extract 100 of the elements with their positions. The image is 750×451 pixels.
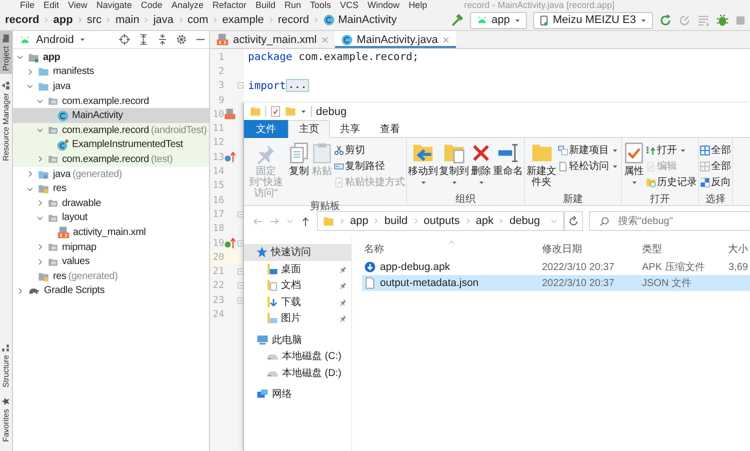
breadcrumb-item[interactable]: record [5,14,40,26]
ribbon-button[interactable]: 复制路径 [334,158,405,174]
nav-item[interactable]: 文档 [244,277,351,294]
nav-item[interactable]: 本地磁盘 (D:) [244,364,351,381]
close-icon[interactable] [320,36,329,44]
run-config-dropdown[interactable]: app [470,12,527,28]
menu-item[interactable]: Code [140,0,162,10]
override-marker-icon[interactable] [224,151,236,164]
chevron-right-icon[interactable] [36,258,44,266]
ribbon-button[interactable]: 打开 [646,142,697,158]
menu-item[interactable]: File [20,0,35,10]
refresh-button[interactable] [564,211,583,231]
breadcrumb-item[interactable]: record [278,14,310,26]
path-segment[interactable]: apk [476,215,494,227]
chevron-right-icon[interactable] [36,155,44,164]
editor-tab[interactable]: MainActivity.java [334,31,456,48]
chevron-down-icon[interactable] [26,184,34,193]
menu-item[interactable]: Edit [44,0,60,10]
breadcrumb-item[interactable]: java [153,14,174,26]
chevron-right-icon[interactable] [26,170,34,178]
nav-item[interactable]: 此电脑 [244,332,351,348]
address-bar[interactable]: app build outputs apk debug [317,211,564,231]
breadcrumb-item[interactable]: main [115,14,140,26]
path-segment[interactable]: build [384,215,408,227]
path-segment[interactable]: outputs [424,215,460,227]
tree-item[interactable]: res [13,181,209,196]
ribbon-button[interactable]: 全部 [700,158,731,174]
fold-icon[interactable] [236,282,244,290]
chevron-right-icon[interactable] [36,243,44,252]
nav-item[interactable]: 下载 [244,294,351,310]
menu-item[interactable]: Window [368,0,400,10]
breadcrumb-item[interactable]: example [222,14,264,26]
chevron-right-icon[interactable] [16,286,24,295]
tree-item[interactable]: java [13,79,209,94]
apply-changes-icon[interactable] [678,14,691,26]
collapse-all-icon[interactable] [157,34,168,45]
view-dropdown[interactable]: Android [19,34,86,46]
nav-item[interactable]: 快速访问 [244,244,351,260]
ribbon-button[interactable]: 属性 [623,140,645,192]
tree-item[interactable]: manifests [13,64,209,80]
chevron-down-icon[interactable] [26,82,34,90]
ribbon-button[interactable]: 新建文件夹 [526,140,557,192]
column-header[interactable]: 类型 [642,242,662,256]
file-row[interactable]: output-metadata.json 2022/3/10 20:37 JSON 文件 [362,275,750,291]
breadcrumb-item[interactable]: src [86,14,102,26]
ribbon-tab[interactable]: 查看 [370,120,410,138]
up-icon[interactable] [300,216,311,226]
ribbon-tab[interactable]: 主页 [288,120,330,138]
expand-all-icon[interactable] [138,34,149,45]
path-segment[interactable]: app [350,215,368,227]
chevron-down-icon[interactable] [16,53,24,62]
tree-item[interactable]: values [13,254,209,269]
menu-item[interactable]: VCS [340,0,359,10]
rerun-icon[interactable] [659,14,672,26]
menu-item[interactable]: Build [255,0,276,10]
ribbon-button[interactable]: 移动到 [408,140,438,192]
menu-item[interactable]: Refactor [212,0,246,10]
settings-icon[interactable] [176,34,187,45]
tree-item[interactable]: com.example.record [13,94,209,108]
ribbon-button[interactable]: 轻松访问 [558,158,620,174]
tree-item[interactable]: drawable [13,196,209,211]
column-header[interactable]: 大小 [728,242,748,256]
ribbon-button[interactable]: 反向 [700,174,731,190]
side-tab[interactable]: Structure [0,340,12,390]
column-header[interactable]: 修改日期 [542,242,582,256]
list-icon[interactable] [697,14,710,26]
tree-item[interactable]: app [13,50,209,65]
fold-icon[interactable] [236,82,244,90]
xml-file-icon[interactable] [224,108,236,120]
nav-item[interactable]: 本地磁盘 (C:) [244,348,351,364]
fold-icon[interactable] [236,240,244,246]
menu-item[interactable]: View [68,0,88,10]
side-tab[interactable]: Favorites [0,394,12,445]
tree-item[interactable]: res (generated) [13,268,209,284]
ribbon-button[interactable]: 新建项目 [558,142,620,158]
caret-icon[interactable] [300,108,307,115]
nav-item[interactable]: 桌面 [244,260,351,277]
menu-item[interactable]: Navigate [96,0,132,10]
tree-item[interactable]: MainActivity [13,108,209,123]
path-segment[interactable]: debug [509,215,540,227]
ribbon-button[interactable]: 复制 [288,140,310,199]
properties-icon[interactable] [270,106,281,117]
ribbon-button[interactable]: 重命名 [493,140,523,192]
back-icon[interactable] [252,216,263,226]
chevron-right-icon[interactable] [26,68,34,76]
target-icon[interactable] [119,34,130,45]
implementation-marker-icon[interactable] [224,237,236,249]
close-icon[interactable] [442,36,450,44]
breadcrumb-item[interactable]: com [188,14,208,26]
fold-icon[interactable] [236,296,244,304]
tree-item[interactable]: Gradle Scripts [13,284,209,298]
menu-item[interactable]: Tools [310,0,332,10]
chevron-down-icon[interactable] [36,126,44,134]
chevron-right-icon[interactable] [36,199,44,208]
search-field[interactable]: 搜索"debug" [589,211,750,231]
device-dropdown[interactable]: Meizu MEIZU E3 [532,12,653,28]
fold-icon[interactable] [236,210,244,218]
breadcrumb-item[interactable]: app [53,14,73,26]
tree-item[interactable]: layout [13,210,209,226]
ribbon-button[interactable]: 全部 [700,142,731,158]
